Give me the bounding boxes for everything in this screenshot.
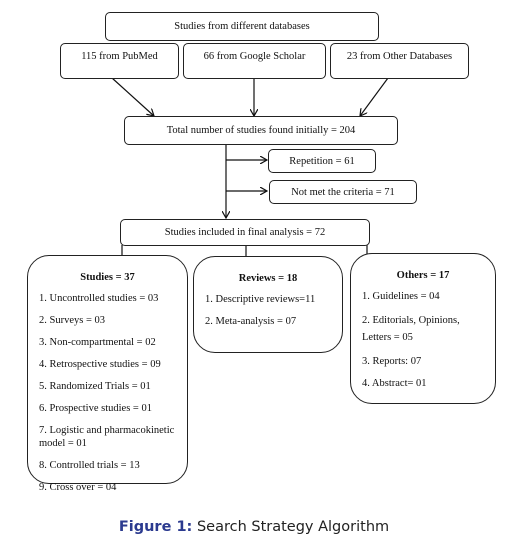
source-label: 23 from Other Databases xyxy=(346,51,453,62)
total-label: Total number of studies found initially … xyxy=(166,125,356,136)
studies-box: Studies = 37 1. Uncontrolled studies = 0… xyxy=(27,255,188,493)
studies-item: 4. Retrospective studies = 09 xyxy=(39,359,161,370)
studies-title: Studies = 37 xyxy=(80,272,135,283)
others-item: 3. Reports: 07 xyxy=(362,356,422,367)
not-met-criteria-box: Not met the criteria = 71 xyxy=(269,180,417,204)
source-label: 66 from Google Scholar xyxy=(203,51,306,62)
reviews-item: 1. Descriptive reviews=11 xyxy=(205,294,316,305)
arrow-other-to-total xyxy=(360,77,389,116)
included-box: Studies included in final analysis = 72 xyxy=(120,219,370,246)
studies-item: 9. Cross over = 04 xyxy=(39,482,117,493)
source-box-pubmed: 115 from PubMed xyxy=(60,43,179,79)
figure-caption-label: Figure 1: xyxy=(118,519,193,535)
figure-caption: Figure 1: Search Strategy Algorithm xyxy=(0,519,508,535)
others-item: 4. Abstract= 01 xyxy=(362,378,427,389)
arrow-pubmed-to-total xyxy=(111,77,154,116)
studies-item: 2. Surveys = 03 xyxy=(39,315,106,326)
source-header-label: Studies from different databases xyxy=(174,21,310,32)
studies-item: 8. Controlled trials = 13 xyxy=(39,460,140,471)
reviews-box: Reviews = 18 1. Descriptive reviews=11 2… xyxy=(193,256,343,353)
studies-item: 1. Uncontrolled studies = 03 xyxy=(39,293,159,304)
others-item: 2. Editorials, Opinions, Letters = 05 xyxy=(362,315,460,343)
repetition-label: Repetition = 61 xyxy=(289,155,355,167)
repetition-box: Repetition = 61 xyxy=(268,149,376,173)
others-item: 1. Guidelines = 04 xyxy=(362,291,440,302)
figure-caption-text: Search Strategy Algorithm xyxy=(192,519,390,535)
others-box: Others = 17 1. Guidelines = 04 2. Editor… xyxy=(350,253,496,404)
others-title: Others = 17 xyxy=(396,270,450,281)
source-header-box: Studies from different databases xyxy=(105,12,379,41)
included-label: Studies included in final analysis = 72 xyxy=(164,227,326,238)
studies-item: 6. Prospective studies = 01 xyxy=(39,403,152,414)
studies-item: 5. Randomized Trials = 01 xyxy=(39,381,151,392)
reviews-title: Reviews = 18 xyxy=(238,273,298,284)
studies-item: 3. Non-compartmental = 02 xyxy=(39,337,156,348)
total-box: Total number of studies found initially … xyxy=(124,116,398,145)
reviews-item: 2. Meta-analysis = 07 xyxy=(205,316,297,327)
not-met-criteria-label: Not met the criteria = 71 xyxy=(291,186,395,198)
studies-item: 7. Logistic and pharmacokinetic model = … xyxy=(39,425,175,449)
source-label: 115 from PubMed xyxy=(81,51,158,62)
source-box-other-databases: 23 from Other Databases xyxy=(330,43,469,79)
source-box-google-scholar: 66 from Google Scholar xyxy=(183,43,326,79)
